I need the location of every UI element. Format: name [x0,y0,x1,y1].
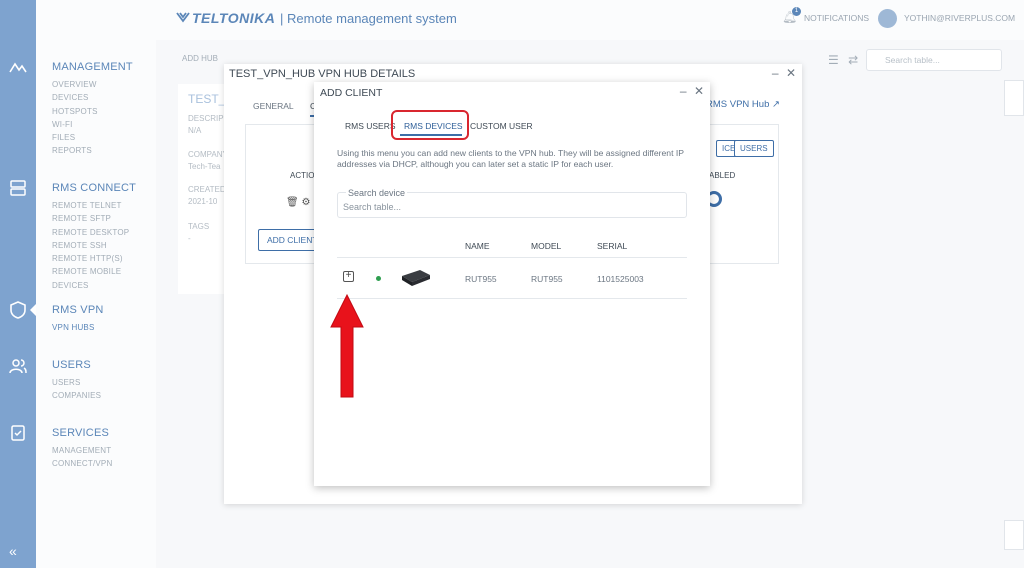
highlight-box [391,110,469,140]
sidebar-item-remote-https[interactable]: REMOTE HTTP(S) [52,252,156,265]
nav-title[interactable]: RMS CONNECT [52,182,156,194]
row-divider [337,298,687,299]
sidebar-item-remote-sftp[interactable]: REMOTE SFTP [52,212,156,225]
device-serial: 1101525003 [597,274,644,284]
tab-rms-users[interactable]: RMS USERS [345,121,396,131]
search-device-input[interactable] [343,202,673,212]
sidebar-item-wifi[interactable]: WI-FI [52,118,133,131]
created-label: CREATED [188,185,226,194]
sidebar-item-devices[interactable]: DEVICES [52,91,133,104]
minimize-icon[interactable]: – [680,84,687,98]
activity-icon[interactable] [9,59,27,77]
collapse-icon[interactable]: « [9,543,27,561]
window-controls: – ✕ [772,66,796,80]
checklist-icon[interactable] [9,424,27,442]
tab-general[interactable]: GENERAL [253,101,294,115]
notifications-label[interactable]: NOTIFICATIONS [804,13,869,23]
online-status-dot [376,276,381,281]
description-value: N/A [188,126,202,135]
nav-section-rms-vpn: RMS VPN VPN HUBS [52,304,104,334]
router-device-icon [402,270,430,286]
logo-mark-icon [176,12,190,23]
window-controls: – ✕ [680,84,704,98]
side-panel-tab[interactable] [1004,80,1024,116]
enabled-header: ABLED [709,171,736,180]
app-title-text: Remote management system [287,11,457,26]
app-title: | Remote management system [280,11,457,26]
add-client-dialog: ADD CLIENT – ✕ RMS USERS RMS DEVICES CUS… [314,82,710,486]
trash-icon[interactable]: 🗑︎ ⚙︎ [286,197,310,208]
dialog-title: ADD CLIENT [320,87,383,99]
sidebar-item-overview[interactable]: OVERVIEW [52,78,133,91]
teltonika-logo[interactable]: TELTONIKA [176,10,275,26]
add-device-button[interactable]: + [343,271,354,282]
tags-value: - [188,234,191,243]
nav-section-services: SERVICES MANAGEMENT CONNECT/VPN [52,427,112,471]
toolbar-icons: ☰ ⇄ [828,53,858,67]
external-link-icon: ↗ [772,99,780,110]
notification-badge: 1 [792,7,801,16]
sidebar-item-remote-mobile[interactable]: REMOTE MOBILE DEVICES [52,265,156,292]
column-name[interactable]: NAME [465,241,490,251]
tab-custom-user[interactable]: CUSTOM USER [470,121,533,131]
description-label: DESCRIP [188,114,224,123]
nav-title[interactable]: RMS VPN [52,304,104,316]
device-model: RUT955 [531,274,563,284]
dialog-title: TEST_VPN_HUB VPN HUB DETAILS [229,68,416,80]
sidebar-item-files[interactable]: FILES [52,131,133,144]
created-value: 2021-10 [188,197,218,206]
logo-text: TELTONIKA [192,10,276,26]
rms-vpn-hub-link-text: RMS VPN Hub [706,99,770,110]
shield-icon[interactable] [9,301,27,319]
close-icon[interactable]: ✕ [694,84,704,98]
search-device-label: Search device [346,188,408,198]
nav-section-users: USERS USERS COMPANIES [52,359,101,403]
search-device-field[interactable]: Search device [337,188,687,218]
close-icon[interactable]: ✕ [786,66,796,80]
sidebar-item-remote-telnet[interactable]: REMOTE TELNET [52,199,156,212]
sidebar-item-companies[interactable]: COMPANIES [52,389,101,402]
sidebar-item-hotspots[interactable]: HOTSPOTS [52,105,133,118]
company-value: Tech-Tea [188,162,221,171]
add-hub-button[interactable]: ADD HUB [182,54,218,63]
nav-title[interactable]: USERS [52,359,101,371]
minimize-icon[interactable]: – [772,66,779,80]
nav-title[interactable]: MANAGEMENT [52,61,133,73]
refresh-icon[interactable]: ⇄ [848,53,858,67]
users-icon[interactable] [9,357,27,375]
list-view-icon[interactable]: ☰ [828,53,839,67]
nav-section-management: MANAGEMENT OVERVIEW DEVICES HOTSPOTS WI-… [52,61,133,158]
red-arrow-annotation [330,293,364,398]
device-name: RUT955 [465,274,497,284]
tags-label: TAGS [188,222,210,231]
sidebar: MANAGEMENT OVERVIEW DEVICES HOTSPOTS WI-… [36,0,156,568]
sidebar-item-management[interactable]: MANAGEMENT [52,444,112,457]
company-label: COMPANY [188,150,228,159]
search-table-input[interactable]: Search table... [866,49,1002,71]
rms-vpn-hub-link[interactable]: RMS VPN Hub ↗ [706,99,780,110]
avatar[interactable] [878,9,897,28]
column-model[interactable]: MODEL [531,241,561,251]
users-button[interactable]: USERS [734,140,774,157]
sidebar-item-reports[interactable]: REPORTS [52,144,133,157]
description-text: Using this menu you can add new clients … [337,148,684,169]
sidebar-item-remote-desktop[interactable]: REMOTE DESKTOP [52,226,156,239]
server-icon[interactable] [9,179,27,197]
user-email[interactable]: YOTHIN@RIVERPLUS.COM [904,13,1015,23]
help-icon[interactable] [1004,520,1024,550]
sidebar-item-remote-ssh[interactable]: REMOTE SSH [52,239,156,252]
sidebar-item-connect-vpn[interactable]: CONNECT/VPN [52,457,112,470]
sidebar-item-vpn-hubs[interactable]: VPN HUBS [52,321,104,334]
sidebar-item-users[interactable]: USERS [52,376,101,389]
top-header: TELTONIKA | Remote management system 🔔︎ … [156,0,1024,40]
column-serial[interactable]: SERIAL [597,241,627,251]
nav-section-rms-connect: RMS CONNECT REMOTE TELNET REMOTE SFTP RE… [52,182,156,292]
nav-title[interactable]: SERVICES [52,427,112,439]
header-divider [337,257,687,258]
gear-icon[interactable]: ⚙︎ [301,197,310,208]
icon-rail: « [0,0,36,568]
